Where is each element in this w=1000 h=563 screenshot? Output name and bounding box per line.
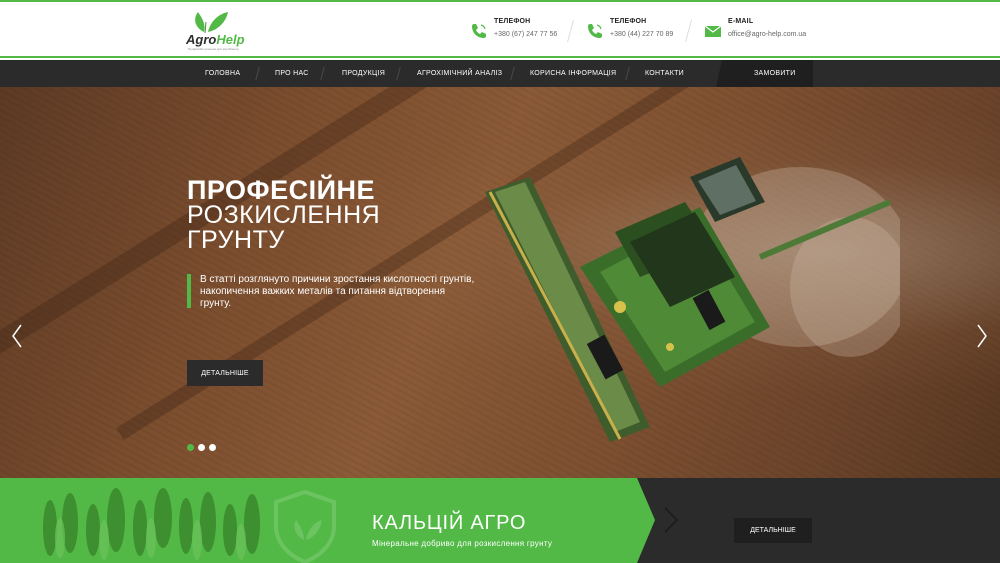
banner-details-button[interactable]: ДЕТАЛЬНІШЕ — [734, 518, 812, 543]
banner-title: КАЛЬЦІЙ АГРО — [372, 512, 527, 534]
chevron-right-icon — [664, 507, 679, 533]
hero-description: В статті розглянуто причини зростання ки… — [200, 274, 475, 309]
nav-item-useful-info[interactable]: КОРИСНА ІНФОРМАЦІЯ — [530, 60, 616, 87]
contact-label: ТЕЛЕФОН — [610, 18, 647, 25]
chevron-right-icon[interactable] — [975, 323, 989, 349]
shield-leaf-icon — [274, 489, 336, 563]
nav-divider — [320, 67, 325, 80]
contact-label: ТЕЛЕФОН — [494, 18, 531, 25]
nav-item-about[interactable]: ПРО НАС — [275, 60, 309, 87]
hero-title-line3: ГРУНТУ — [187, 226, 285, 254]
wheat-image — [43, 488, 260, 560]
banner-dark-panel — [637, 478, 1000, 563]
slider-dot-2[interactable] — [198, 444, 205, 451]
nav-divider — [625, 67, 630, 80]
logo[interactable]: AgroHelp Професійні рішення для агробізн… — [186, 8, 246, 54]
leaf-logo-icon — [195, 12, 228, 34]
nav-item-products[interactable]: ПРОДУКЦІЯ — [342, 60, 385, 87]
logo-tagline: Професійні рішення для агробізнесу — [188, 47, 239, 51]
hero-slider: ПРОФЕСІЙНЕ РОЗКИСЛЕННЯ ГРУНТУ В статті р… — [0, 87, 1000, 478]
main-nav: ГОЛОВНА ПРО НАС ПРОДУКЦІЯ АГРОХІМІЧНИЙ А… — [0, 60, 1000, 87]
mail-icon — [704, 25, 722, 37]
logo-text: AgroHelp — [186, 32, 245, 47]
nav-item-home[interactable]: ГОЛОВНА — [205, 60, 240, 87]
banner-subtitle: Мінеральне добриво для розкислення грунт… — [372, 539, 553, 548]
chevron-left-icon[interactable] — [10, 323, 24, 349]
phone-icon — [472, 24, 486, 38]
slider-dot-3[interactable] — [209, 444, 216, 451]
contact-value: +380 (44) 227 70 89 — [610, 31, 674, 38]
nav-divider — [510, 67, 515, 80]
nav-item-contacts[interactable]: КОНТАКТИ — [645, 60, 684, 87]
nav-divider — [255, 67, 260, 80]
order-button-label: ЗАМОВИТИ — [754, 70, 796, 77]
order-button[interactable]: ЗАМОВИТИ — [716, 60, 813, 87]
nav-item-agrochemical-analysis[interactable]: АГРОХІМІЧНИЙ АНАЛІЗ — [417, 60, 502, 87]
header: AgroHelp Професійні рішення для агробізн… — [0, 2, 1000, 58]
header-divider — [567, 20, 574, 42]
phone-icon — [588, 24, 602, 38]
hero-accent-bar — [187, 274, 191, 308]
combine-harvester-image — [485, 157, 900, 442]
contact-label: E-MAIL — [728, 18, 754, 25]
contact-value: office@agro-help.com.ua — [728, 31, 807, 38]
contact-value: +380 (67) 247 77 56 — [494, 31, 558, 38]
slider-dot-1[interactable] — [187, 444, 194, 451]
header-divider — [685, 20, 692, 42]
hero-details-button[interactable]: ДЕТАЛЬНІШЕ — [187, 360, 263, 386]
nav-divider — [396, 67, 401, 80]
